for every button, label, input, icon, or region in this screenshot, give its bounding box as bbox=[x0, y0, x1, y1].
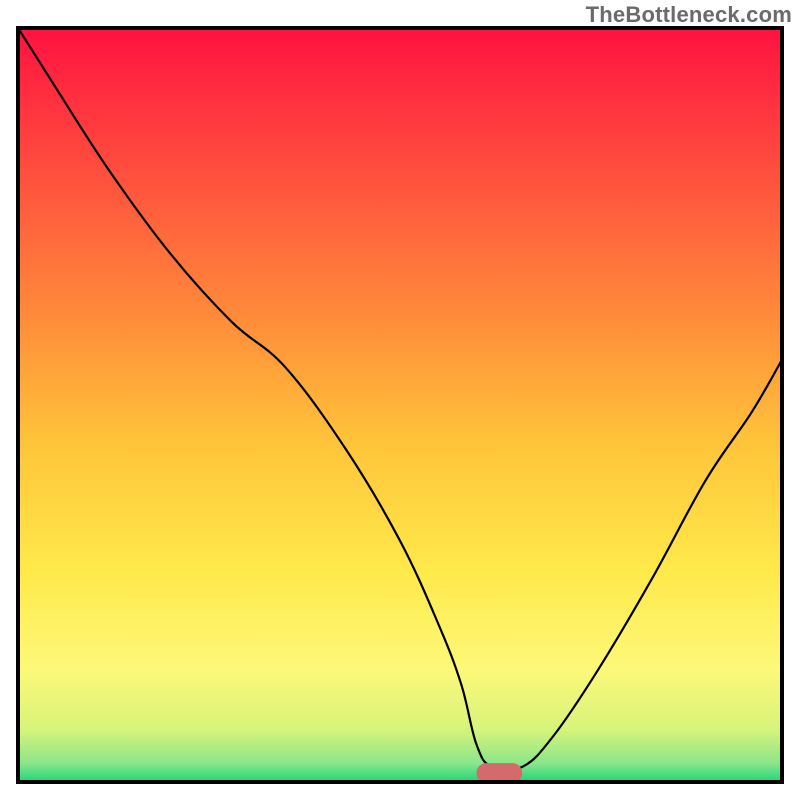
optimal-marker bbox=[476, 763, 522, 783]
chart-container: TheBottleneck.com bbox=[0, 0, 800, 800]
watermark-text: TheBottleneck.com bbox=[586, 2, 792, 28]
bottleneck-chart bbox=[0, 0, 800, 800]
chart-background bbox=[18, 28, 782, 782]
